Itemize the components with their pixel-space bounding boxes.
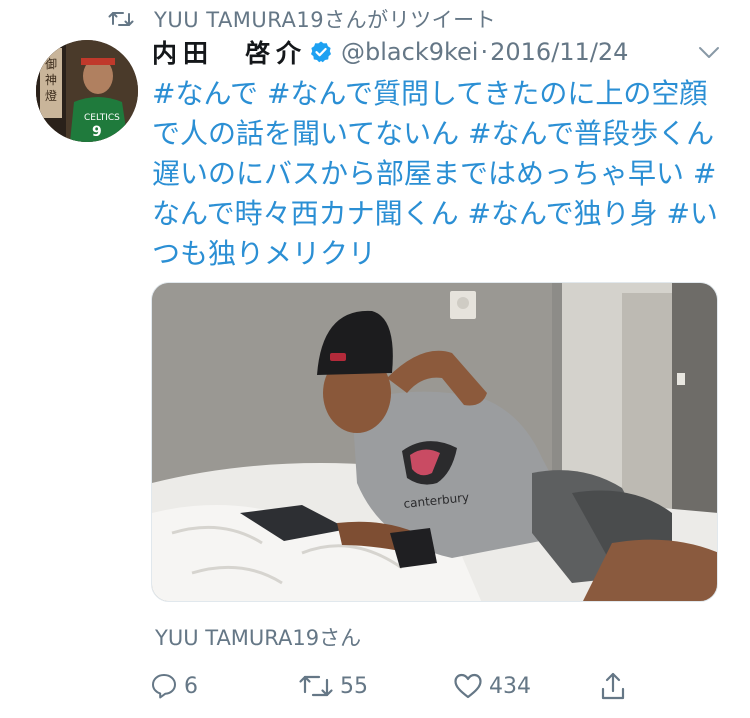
avatar-photo: 御 神 燈 CELTICS 9 [36, 40, 138, 142]
svg-text:神: 神 [45, 73, 57, 87]
reply-icon [152, 674, 176, 699]
like-button[interactable]: 434 [453, 668, 531, 704]
share-button[interactable] [600, 668, 632, 704]
retweeted-by-row[interactable]: YUU TAMURA19さんがリツイート [108, 4, 496, 34]
reply-count: 6 [184, 673, 198, 699]
tweet-date[interactable]: 2016/11/24 [490, 38, 628, 66]
retweet-icon [299, 675, 333, 697]
photo-image: canterbury [152, 283, 717, 601]
retweet-icon [108, 12, 134, 26]
retweet-button[interactable]: 55 [298, 668, 368, 704]
retweeted-by-text: YUU TAMURA19さんがリツイート [154, 8, 497, 32]
chevron-down-icon[interactable] [698, 46, 720, 60]
tweet-header: 内田 啓介 @black9kei · 2016/11/24 [152, 34, 628, 70]
action-bar: 6 55 434 [150, 668, 640, 704]
heart-icon [454, 673, 482, 699]
tweet-text: #なんで #なんで質問してきたのに上の空顔で人の話を聞いてないん #なんで普段歩… [152, 77, 718, 270]
svg-text:燈: 燈 [45, 88, 57, 103]
display-name[interactable]: 内田 啓介 [152, 34, 307, 70]
svg-text:CELTICS: CELTICS [84, 113, 120, 123]
tweet-photo[interactable]: canterbury [151, 282, 718, 602]
like-count: 434 [489, 673, 531, 699]
reply-button[interactable]: 6 [150, 668, 198, 704]
header-separator: · [480, 38, 489, 66]
social-context[interactable]: YUU TAMURA19さん [155, 622, 361, 652]
avatar[interactable]: 御 神 燈 CELTICS 9 [36, 40, 138, 142]
retweet-count: 55 [340, 673, 368, 699]
svg-text:御: 御 [45, 56, 57, 71]
verified-badge-icon [311, 41, 332, 63]
share-icon [601, 672, 625, 700]
user-handle[interactable]: @black9kei [341, 38, 478, 66]
svg-text:9: 9 [92, 124, 102, 140]
